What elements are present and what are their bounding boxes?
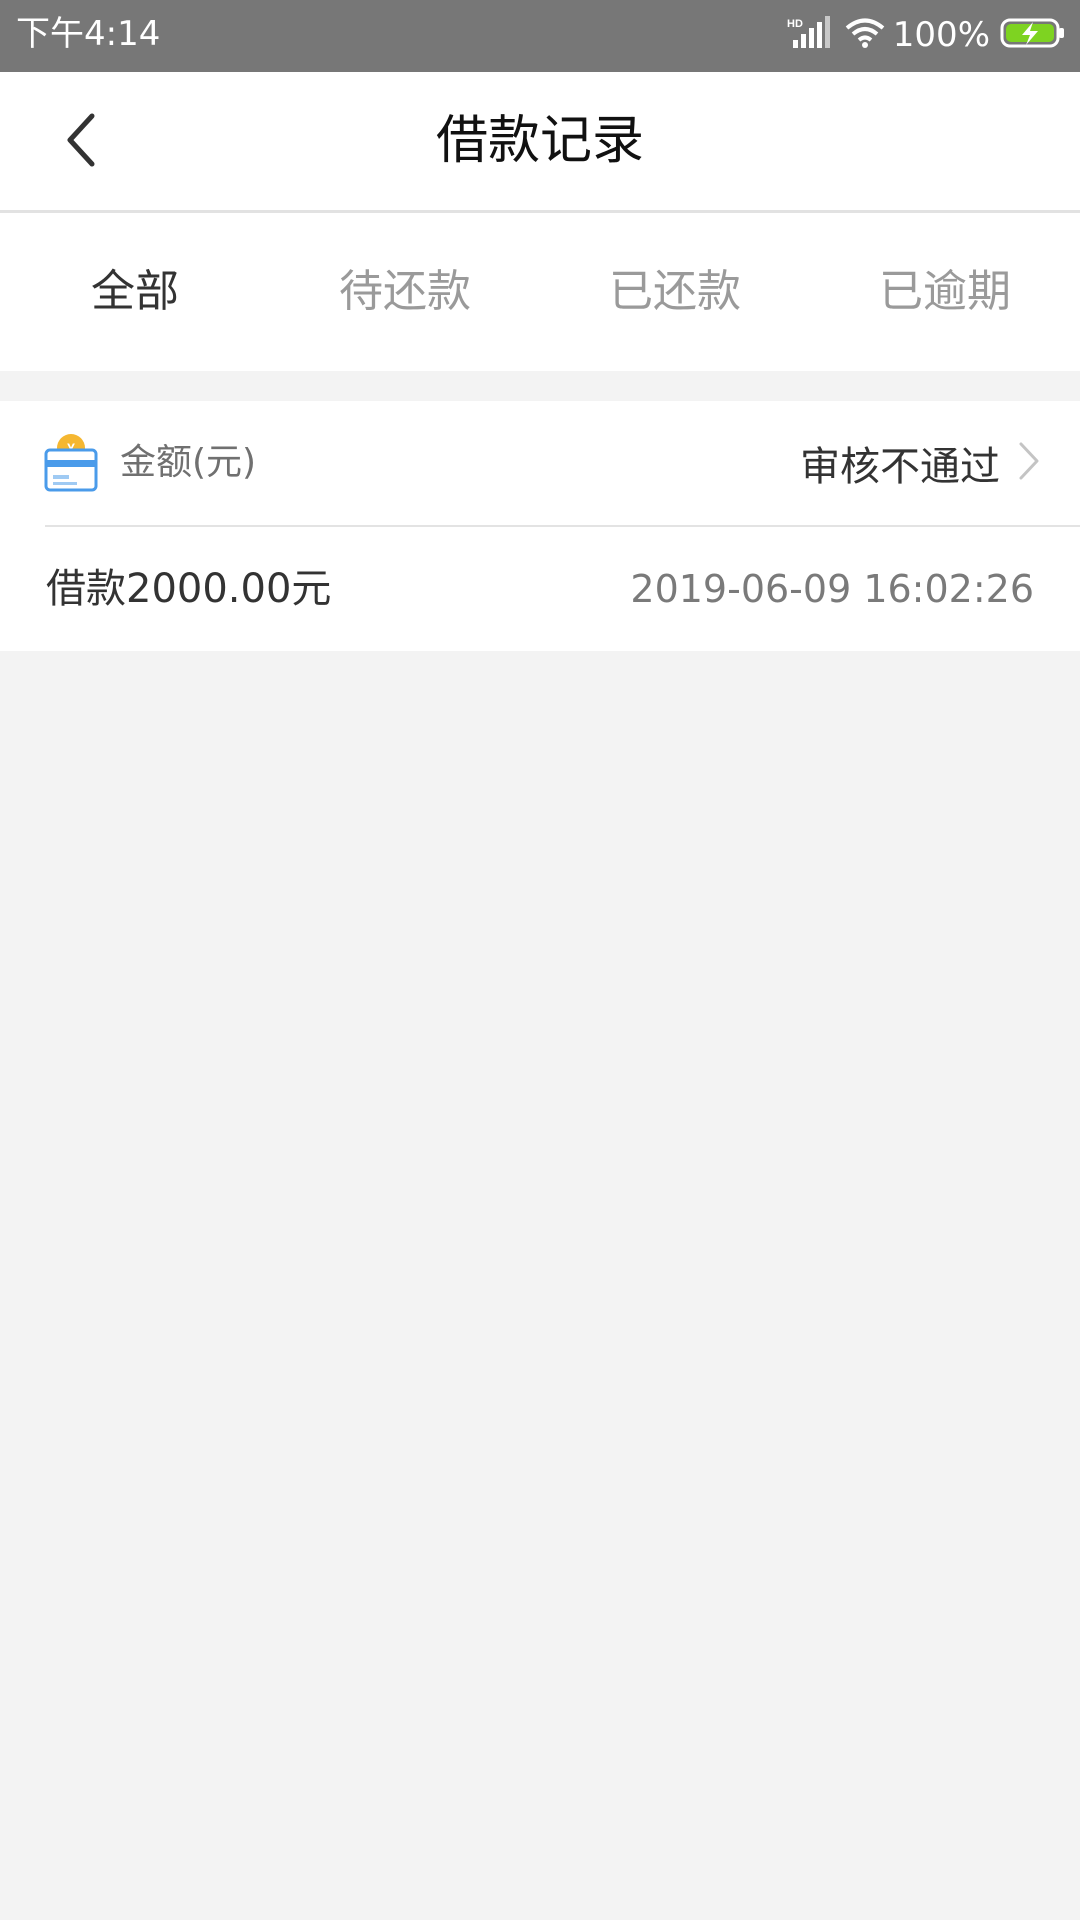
tab-all[interactable]: 全部 xyxy=(0,213,270,371)
filter-tabs: 全部 待还款 已还款 已逾期 xyxy=(0,213,1080,371)
signal-icon: HD xyxy=(787,16,831,54)
network-type-label: HD xyxy=(787,18,803,30)
chevron-right-icon xyxy=(1018,441,1040,485)
record-header: ¥ 金额(元) 审核不通过 xyxy=(0,401,1080,525)
amount-label: 金额(元) xyxy=(120,442,257,483)
record-detail-row: 借款2000.00元 2019-06-09 16:02:26 xyxy=(0,527,1080,651)
battery-charging-icon xyxy=(1000,17,1066,53)
record-status: 审核不通过 xyxy=(800,444,1000,490)
loan-timestamp: 2019-06-09 16:02:26 xyxy=(630,567,1034,611)
status-indicators: HD 100% xyxy=(787,10,1066,60)
record-status-link[interactable]: 审核不通过 xyxy=(800,401,1040,525)
page-title: 借款记录 xyxy=(435,111,644,171)
wifi-icon xyxy=(845,17,885,53)
status-time: 下午4:14 xyxy=(16,14,161,54)
loan-amount: 借款2000.00元 xyxy=(46,566,332,612)
tab-pending-repayment[interactable]: 待还款 xyxy=(270,213,540,371)
tab-repaid[interactable]: 已还款 xyxy=(540,213,810,371)
tab-overdue[interactable]: 已逾期 xyxy=(810,213,1080,371)
card-yuan-icon: ¥ xyxy=(44,434,98,492)
navigation-bar: 借款记录 xyxy=(0,72,1080,213)
loan-record-card[interactable]: ¥ 金额(元) 审核不通过 借款2000.00元 2019-06-09 16:0… xyxy=(0,401,1080,651)
battery-percent: 100% xyxy=(892,15,990,55)
status-bar: 下午4:14 HD 100% xyxy=(0,0,1080,72)
